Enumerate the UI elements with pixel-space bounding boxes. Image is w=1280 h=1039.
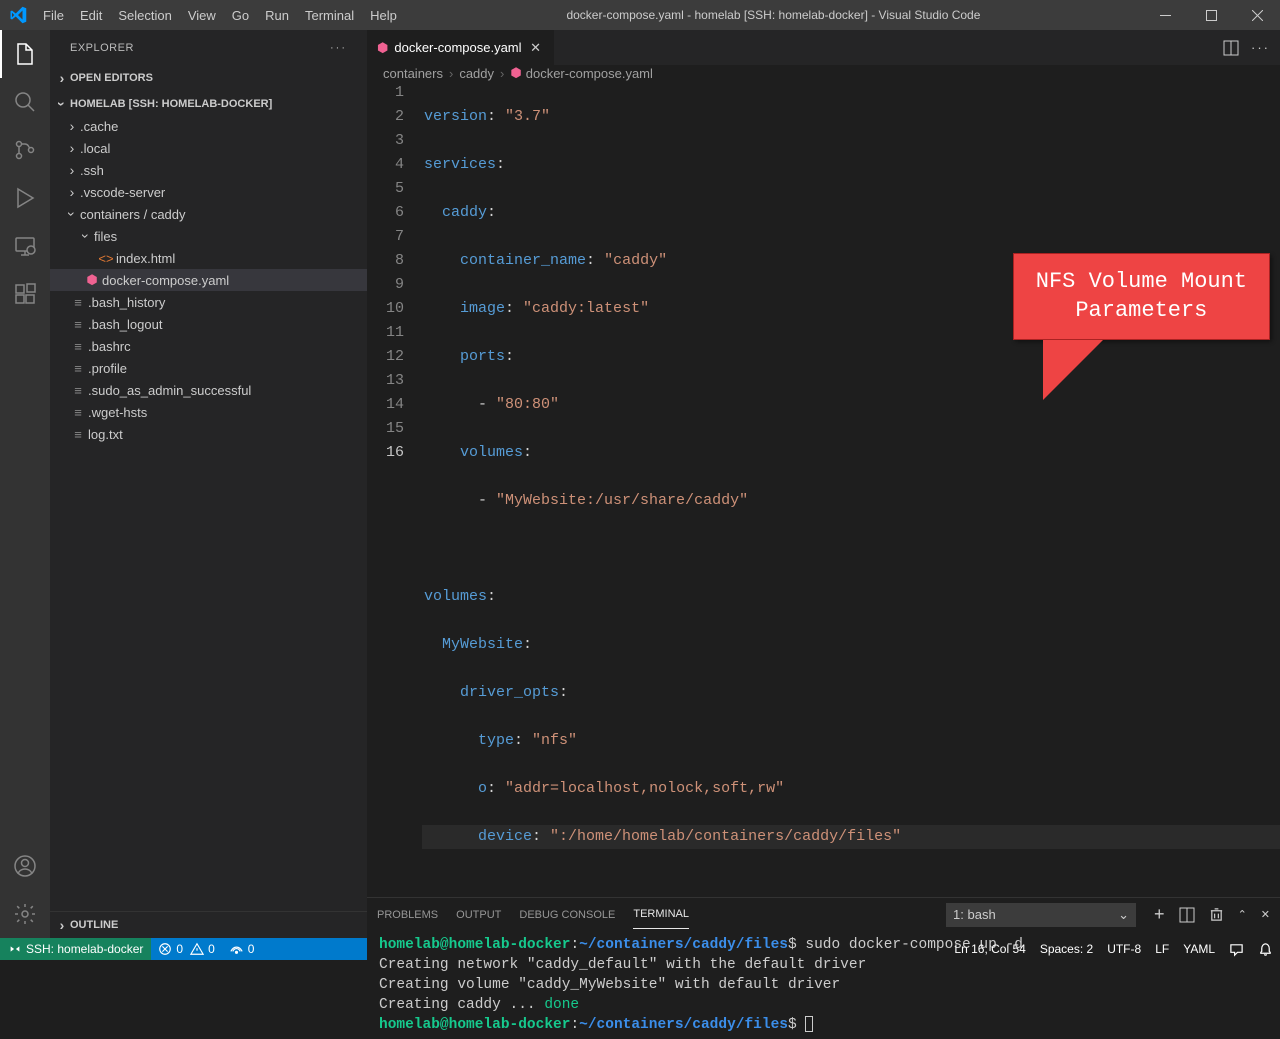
menubar: File Edit Selection View Go Run Terminal… [35,0,405,30]
bottom-panel: PROBLEMS OUTPUT DEBUG CONSOLE TERMINAL 1… [367,897,1280,1039]
folder-files[interactable]: ›files [50,225,367,247]
activitybar [0,30,50,938]
file-icon: ≡ [68,427,88,442]
status-ln-col[interactable]: Ln 16, Col 54 [947,938,1032,960]
status-feedback-icon[interactable] [1222,938,1251,960]
extensions-icon[interactable] [0,270,50,318]
settings-gear-icon[interactable] [0,890,50,938]
breadcrumb[interactable]: containers› caddy› ⬢ docker-compose.yaml [367,65,1280,81]
file-icon: ≡ [68,317,88,332]
open-editors-header[interactable]: ›OPEN EDITORS [50,67,367,89]
folder-local[interactable]: ›.local [50,137,367,159]
file-sudo-admin[interactable]: ≡.sudo_as_admin_successful [50,379,367,401]
search-icon[interactable] [0,78,50,126]
status-ports[interactable]: 0 [222,938,262,960]
more-actions-icon[interactable]: ··· [1251,40,1270,56]
tab-docker-compose[interactable]: ⬢ docker-compose.yaml ✕ [367,30,555,65]
file-docker-compose[interactable]: ⬢docker-compose.yaml [50,269,367,291]
html-file-icon: <> [96,251,116,266]
breadcrumb-part[interactable]: containers [383,66,443,81]
file-bash-logout[interactable]: ≡.bash_logout [50,313,367,335]
outline-header[interactable]: ›OUTLINE [50,914,367,936]
explorer-title: EXPLORER [70,42,134,54]
panel-tab-problems[interactable]: PROBLEMS [377,901,438,929]
menu-view[interactable]: View [180,0,224,30]
remote-explorer-icon[interactable] [0,222,50,270]
maximize-panel-icon[interactable]: ⌃ [1238,908,1247,921]
editor-area: ⬢ docker-compose.yaml ✕ ··· containers› … [367,30,1280,938]
split-editor-icon[interactable] [1223,40,1239,56]
terminal-cursor [805,1016,813,1032]
file-icon: ≡ [68,405,88,420]
file-icon: ≡ [68,361,88,376]
code-editor[interactable]: 12345678910111213141516 version: "3.7" s… [367,81,1280,897]
file-bash-history[interactable]: ≡.bash_history [50,291,367,313]
file-icon: ≡ [68,295,88,310]
sidebar-header: EXPLORER ··· [50,30,367,65]
menu-edit[interactable]: Edit [72,0,110,30]
menu-help[interactable]: Help [362,0,405,30]
minimize-button[interactable] [1142,0,1188,30]
kill-terminal-icon[interactable] [1209,907,1224,922]
editor-tabs: ⬢ docker-compose.yaml ✕ ··· [367,30,1280,65]
folder-vscode-server[interactable]: ›.vscode-server [50,181,367,203]
window-title: docker-compose.yaml - homelab [SSH: home… [405,8,1142,22]
tab-label: docker-compose.yaml [394,40,521,55]
menu-terminal[interactable]: Terminal [297,0,362,30]
file-wget-hsts[interactable]: ≡.wget-hsts [50,401,367,423]
status-encoding[interactable]: UTF-8 [1100,938,1148,960]
docker-file-icon: ⬢ [510,65,521,81]
source-control-icon[interactable] [0,126,50,174]
new-terminal-icon[interactable]: + [1154,904,1165,925]
status-bell-icon[interactable] [1251,938,1280,960]
annotation-callout: NFS Volume Mount Parameters [1013,253,1270,400]
close-button[interactable] [1234,0,1280,30]
status-spaces[interactable]: Spaces: 2 [1033,938,1100,960]
file-icon: ≡ [68,383,88,398]
docker-file-icon: ⬢ [377,40,388,56]
vscode-logo-icon [0,6,35,24]
line-numbers: 12345678910111213141516 [367,81,422,897]
split-terminal-icon[interactable] [1179,907,1195,923]
menu-go[interactable]: Go [224,0,257,30]
code-content[interactable]: version: "3.7" services: caddy: containe… [422,81,1280,897]
file-bashrc[interactable]: ≡.bashrc [50,335,367,357]
menu-selection[interactable]: Selection [110,0,179,30]
run-debug-icon[interactable] [0,174,50,222]
sidebar: EXPLORER ··· ›OPEN EDITORS ›HOMELAB [SSH… [50,30,367,938]
folder-ssh[interactable]: ›.ssh [50,159,367,181]
titlebar: File Edit Selection View Go Run Terminal… [0,0,1280,30]
more-icon[interactable]: ··· [330,42,347,54]
file-log-txt[interactable]: ≡log.txt [50,423,367,445]
folder-cache[interactable]: ›.cache [50,115,367,137]
status-eol[interactable]: LF [1148,938,1176,960]
docker-file-icon: ⬢ [82,272,102,288]
explorer-icon[interactable] [0,30,50,78]
status-warnings[interactable]: 0 [190,938,222,960]
breadcrumb-part[interactable]: docker-compose.yaml [526,66,653,81]
status-language[interactable]: YAML [1176,938,1222,960]
panel-tab-terminal[interactable]: TERMINAL [633,900,689,929]
menu-run[interactable]: Run [257,0,297,30]
file-index-html[interactable]: <>index.html [50,247,367,269]
workspace-header[interactable]: ›HOMELAB [SSH: HOMELAB-DOCKER] [50,93,367,115]
panel-tab-output[interactable]: OUTPUT [456,901,501,929]
file-profile[interactable]: ≡.profile [50,357,367,379]
panel-tab-debug[interactable]: DEBUG CONSOLE [519,901,615,929]
status-errors[interactable]: 0 [151,938,190,960]
chevron-down-icon: ⌄ [1118,907,1129,923]
callout-text: Parameters [1036,297,1247,326]
file-icon: ≡ [68,339,88,354]
terminal-shell-select[interactable]: 1: bash⌄ [946,903,1136,927]
callout-text: NFS Volume Mount [1036,268,1247,297]
accounts-icon[interactable] [0,842,50,890]
remote-indicator[interactable]: SSH: homelab-docker [0,938,151,960]
close-tab-icon[interactable]: ✕ [528,40,544,56]
folder-containers-caddy[interactable]: ›containers / caddy [50,203,367,225]
maximize-button[interactable] [1188,0,1234,30]
breadcrumb-part[interactable]: caddy [459,66,494,81]
menu-file[interactable]: File [35,0,72,30]
close-panel-icon[interactable]: ✕ [1261,908,1270,921]
